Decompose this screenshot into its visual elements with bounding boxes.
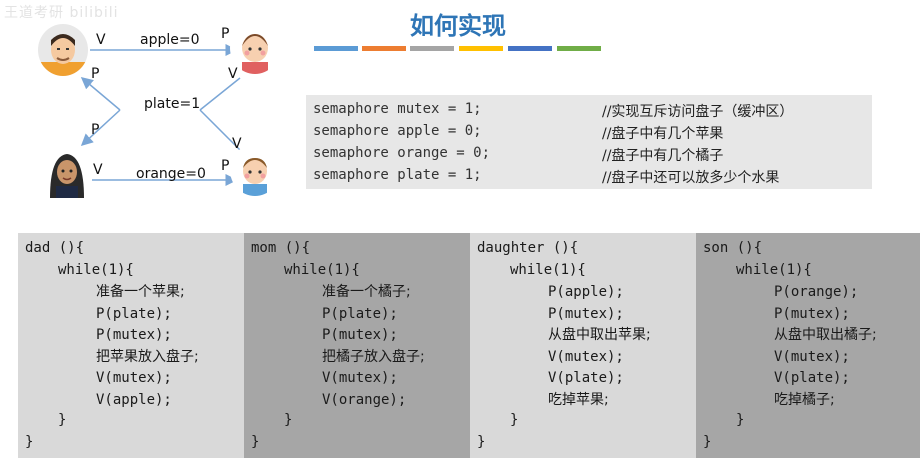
code-statement: P(orange); bbox=[774, 284, 859, 300]
code-statement: 准备一个苹果; bbox=[96, 284, 185, 300]
function-header: mom (){ bbox=[251, 240, 311, 256]
code-statement: 把橘子放入盘子; bbox=[322, 348, 425, 365]
code-statement: V(plate); bbox=[548, 370, 624, 386]
function-header: daughter (){ bbox=[477, 240, 579, 256]
code-statement: 准备一个橘子; bbox=[322, 284, 411, 300]
closing-brace-outer: } bbox=[251, 434, 260, 450]
code-panel-mom: mom (){ while(1){ 准备一个橘子; P(plate); P(mutex)… bbox=[244, 233, 470, 458]
color-bar bbox=[314, 46, 358, 51]
code-panel-daughter: daughter (){ while(1){ P(apple); P(mutex); 从… bbox=[470, 233, 696, 458]
code-panel-son: son (){ while(1){ P(orange); P(mutex); 从盘中取出… bbox=[696, 233, 920, 458]
code-statement: V(mutex); bbox=[322, 370, 398, 386]
mom-avatar-icon bbox=[42, 146, 92, 198]
arrow-daughter-to-plate bbox=[199, 77, 241, 111]
closing-brace-inner: } bbox=[736, 412, 745, 428]
function-header: dad (){ bbox=[25, 240, 85, 256]
code-statement: P(mutex); bbox=[548, 305, 624, 322]
producer-consumer-diagram: V apple=0 P P V plate=1 P V V orange=0 P bbox=[0, 0, 300, 210]
code-statement: V(plate); bbox=[774, 370, 850, 386]
code-statement: 吃掉橘子; bbox=[774, 391, 835, 408]
while-loop: while(1){ bbox=[284, 262, 360, 278]
sem-comment-orange: //盘子中有几个橘子 bbox=[602, 148, 724, 164]
label-p-mom: P bbox=[91, 122, 100, 138]
label-v-dad: V bbox=[96, 32, 106, 48]
color-bar bbox=[362, 46, 406, 51]
code-statement: V(mutex); bbox=[96, 370, 172, 386]
closing-brace-inner: } bbox=[284, 412, 293, 428]
while-loop: while(1){ bbox=[58, 262, 134, 278]
color-bar bbox=[557, 46, 601, 51]
sem-code-mutex: semaphore mutex = 1; bbox=[313, 101, 482, 117]
code-statement: V(orange); bbox=[322, 391, 407, 408]
label-v-son: V bbox=[232, 136, 242, 152]
label-orange: orange=0 bbox=[136, 166, 206, 182]
closing-brace-inner: } bbox=[510, 412, 519, 428]
closing-brace-outer: } bbox=[25, 434, 34, 450]
code-statement: V(apple); bbox=[96, 391, 172, 408]
semaphore-declarations: semaphore mutex = 1; //实现互斥访问盘子（缓冲区） sem… bbox=[306, 95, 872, 189]
label-p-son: P bbox=[221, 158, 230, 174]
while-loop: while(1){ bbox=[736, 262, 812, 278]
code-statement: 从盘中取出苹果; bbox=[548, 327, 651, 343]
code-statement: V(mutex); bbox=[548, 348, 624, 365]
sem-comment-mutex: //实现互斥访问盘子（缓冲区） bbox=[602, 104, 794, 120]
code-statement: P(mutex); bbox=[322, 327, 398, 343]
sem-code-plate: semaphore plate = 1; bbox=[313, 167, 482, 183]
sem-comment-plate: //盘子中还可以放多少个水果 bbox=[602, 170, 780, 186]
sem-code-orange: semaphore orange = 0; bbox=[313, 145, 491, 161]
arrow-plate-to-mom bbox=[80, 109, 121, 147]
code-statement: 吃掉苹果; bbox=[548, 391, 609, 408]
color-bar bbox=[508, 46, 552, 51]
label-plate: plate=1 bbox=[144, 96, 201, 112]
label-p-daughter: P bbox=[221, 26, 230, 42]
code-statement: 把苹果放入盘子; bbox=[96, 348, 199, 365]
closing-brace-outer: } bbox=[477, 434, 486, 450]
color-bar bbox=[459, 46, 503, 51]
color-bar bbox=[410, 46, 454, 51]
label-v-daughter: V bbox=[228, 66, 238, 82]
sem-comment-apple: //盘子中有几个苹果 bbox=[602, 126, 724, 142]
sem-code-apple: semaphore apple = 0; bbox=[313, 123, 482, 139]
code-statement: P(plate); bbox=[96, 305, 172, 322]
label-v-mom: V bbox=[93, 162, 103, 178]
code-statement: P(plate); bbox=[322, 305, 398, 322]
code-statement: P(mutex); bbox=[774, 305, 850, 322]
label-apple: apple=0 bbox=[140, 32, 200, 48]
code-statement: V(mutex); bbox=[774, 348, 850, 365]
label-p-dad: P bbox=[91, 66, 100, 82]
closing-brace-inner: } bbox=[58, 412, 67, 428]
function-header: son (){ bbox=[703, 240, 763, 256]
while-loop: while(1){ bbox=[510, 262, 586, 278]
page-title: 如何实现 bbox=[410, 12, 506, 40]
code-statement: 从盘中取出橘子; bbox=[774, 327, 877, 343]
arrow-plate-to-dad bbox=[80, 77, 121, 111]
closing-brace-outer: } bbox=[703, 434, 712, 450]
code-panel-dad: dad (){ while(1){ 准备一个苹果; P(plate); P(mutex)… bbox=[18, 233, 244, 458]
code-statement: P(mutex); bbox=[96, 327, 172, 343]
code-statement: P(apple); bbox=[548, 284, 624, 300]
dad-avatar-icon bbox=[38, 24, 88, 76]
